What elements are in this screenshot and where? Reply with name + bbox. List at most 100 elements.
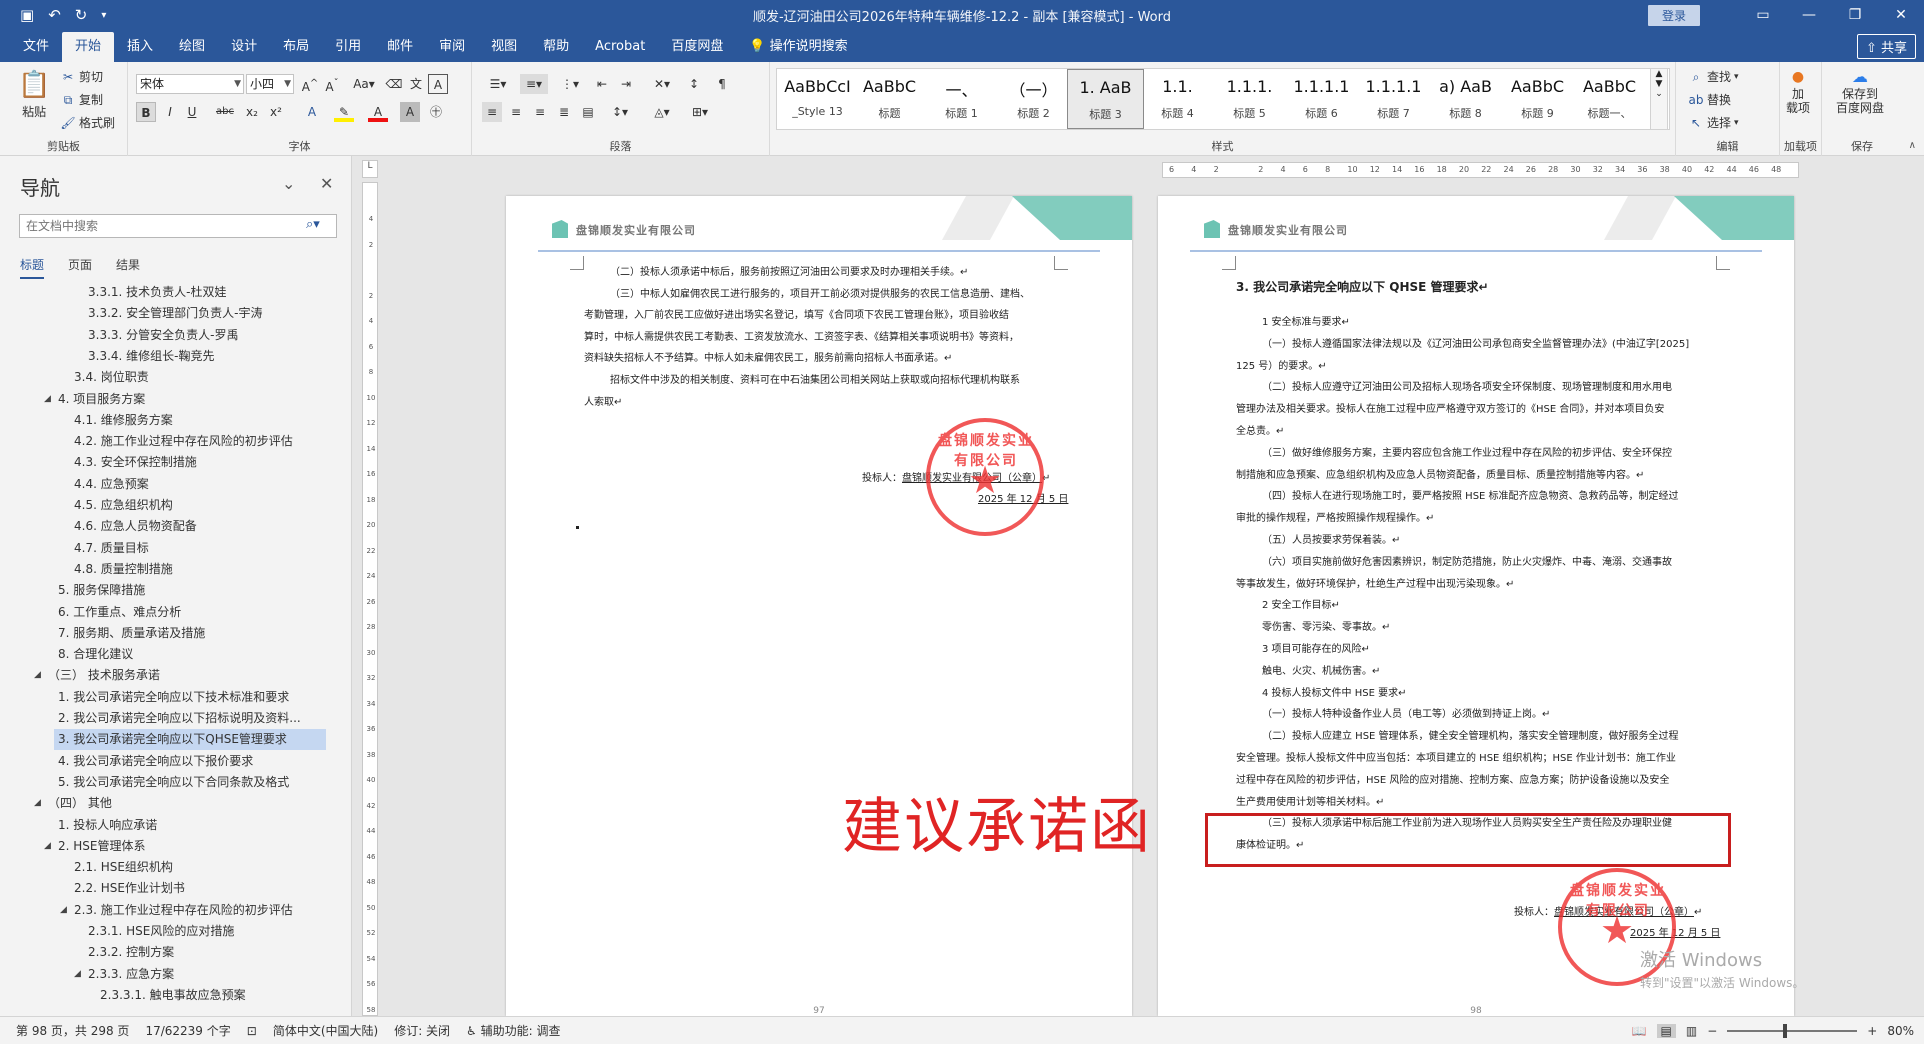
share-button[interactable]: ⇧ 共享 xyxy=(1856,34,1916,59)
replace-button[interactable]: ab 替换 xyxy=(1688,91,1732,108)
tab-references[interactable]: 引用 xyxy=(322,32,374,62)
style-item[interactable]: 1.1.1. 标题 5 xyxy=(1211,69,1288,129)
align-right-icon[interactable]: ≡ xyxy=(530,102,550,122)
shrink-font-icon[interactable]: Aˇ xyxy=(322,74,342,94)
tab-insert[interactable]: 插入 xyxy=(114,32,166,62)
maximize-icon[interactable]: ❐ xyxy=(1832,7,1878,23)
zoom-in-icon[interactable]: + xyxy=(1867,1024,1877,1038)
print-layout-icon[interactable]: ▤ xyxy=(1656,1024,1676,1038)
collapse-caret-icon[interactable]: ◢ xyxy=(34,793,41,814)
page-count[interactable]: 第 98 页，共 298 页 xyxy=(16,1022,129,1039)
style-item[interactable]: 1.1.1.1 标题 7 xyxy=(1355,69,1432,129)
cut-button[interactable]: ✂ 剪切 xyxy=(60,68,103,85)
save-icon[interactable]: ▣ xyxy=(20,6,34,24)
text-effects-icon[interactable]: A xyxy=(302,102,322,122)
collapse-caret-icon[interactable]: ◢ xyxy=(60,900,67,921)
find-button[interactable]: ⌕ 查找 ▾ xyxy=(1688,68,1739,85)
select-button[interactable]: ↖ 选择 ▾ xyxy=(1688,114,1739,131)
collapse-caret-icon[interactable]: ◢ xyxy=(44,389,51,410)
style-item[interactable]: 1.1. 标题 4 xyxy=(1139,69,1216,129)
search-icon[interactable]: ⌕▾ xyxy=(306,217,320,232)
line-spacing-icon[interactable]: ↕▾ xyxy=(606,102,634,122)
numbering-icon[interactable]: ≡▾ xyxy=(520,74,548,94)
nav-scrollbar[interactable] xyxy=(340,282,350,1012)
style-item[interactable]: AaBbC 标题 xyxy=(851,69,928,129)
nav-heading-item[interactable]: 3. 我公司承诺完全响应以下QHSE管理要求 xyxy=(54,729,326,751)
zoom-level[interactable]: 80% xyxy=(1887,1024,1914,1038)
styles-gallery-scroll[interactable]: ▲ ▼ ⌄ xyxy=(1650,68,1668,130)
change-case-icon[interactable]: Aa▾ xyxy=(350,74,378,94)
align-left-icon[interactable]: ≡ xyxy=(482,102,502,122)
italic-button[interactable]: I xyxy=(160,102,180,122)
nav-heading-item[interactable]: 4.5. 应急组织机构 xyxy=(74,495,173,516)
proofing-icon[interactable]: ⊡ xyxy=(247,1024,257,1038)
nav-heading-item[interactable]: 3.4. 岗位职责 xyxy=(74,367,149,388)
tab-file[interactable]: 文件 xyxy=(10,32,62,62)
highlight-icon[interactable]: ✎ xyxy=(334,102,354,122)
shading-icon[interactable]: ◬▾ xyxy=(648,102,676,122)
style-item[interactable]: 1.1.1.1 标题 6 xyxy=(1283,69,1360,129)
close-icon[interactable]: ✕ xyxy=(320,174,333,193)
customize-qat-icon[interactable]: ▾ xyxy=(101,10,106,21)
nav-heading-item[interactable]: 4.1. 维修服务方案 xyxy=(74,410,173,431)
nav-search-input[interactable] xyxy=(19,214,337,238)
chinese-layout-icon[interactable]: ✕▾ xyxy=(648,74,676,94)
nav-heading-item[interactable]: 4. 我公司承诺完全响应以下报价要求 xyxy=(58,751,253,772)
font-name-combo[interactable]: 宋体 ▼ xyxy=(136,74,244,94)
nav-heading-item[interactable]: 2. 我公司承诺完全响应以下招标说明及资料... xyxy=(58,708,301,729)
word-count[interactable]: 17/62239 个字 xyxy=(145,1022,230,1039)
nav-heading-item[interactable]: 1. 我公司承诺完全响应以下技术标准和要求 xyxy=(58,687,289,708)
char-shading-icon[interactable]: A xyxy=(400,102,420,122)
font-color-icon[interactable]: A xyxy=(368,102,388,122)
clear-formatting-icon[interactable]: ⌫ xyxy=(384,74,404,94)
nav-heading-item[interactable]: 2.3. 施工作业过程中存在风险的初步评估 xyxy=(74,900,293,921)
style-item[interactable]: AaBbC 标题 9 xyxy=(1499,69,1576,129)
nav-tab-pages[interactable]: 页面 xyxy=(68,256,92,279)
nav-heading-item[interactable]: 6. 工作重点、难点分析 xyxy=(58,602,181,623)
nav-heading-item[interactable]: 2.3.1. HSE风险的应对措施 xyxy=(88,921,234,942)
tell-me-search[interactable]: 💡 操作说明搜索 xyxy=(736,32,860,62)
minimize-icon[interactable]: — xyxy=(1786,7,1832,23)
redo-icon[interactable]: ↻ xyxy=(75,6,88,24)
nav-heading-item[interactable]: 4.8. 质量控制措施 xyxy=(74,559,173,580)
document-page-left[interactable]: 盘锦顺发实业有限公司 （二）投标人须承诺中标后，服务前按照辽河油田公司要求及时办… xyxy=(506,196,1132,1016)
zoom-out-icon[interactable]: − xyxy=(1707,1024,1717,1038)
zoom-slider-thumb[interactable] xyxy=(1783,1024,1788,1038)
nav-heading-item[interactable]: 7. 服务期、质量承诺及措施 xyxy=(58,623,205,644)
sort-icon[interactable]: ↕ xyxy=(684,74,704,94)
collapse-caret-icon[interactable]: ◢ xyxy=(34,665,41,686)
superscript-button[interactable]: x² xyxy=(266,102,286,122)
font-size-combo[interactable]: 小四 ▼ xyxy=(246,74,294,94)
nav-heading-item[interactable]: 5. 我公司承诺完全响应以下合同条款及格式 xyxy=(58,772,289,793)
tab-design[interactable]: 设计 xyxy=(218,32,270,62)
nav-heading-item[interactable]: 3.3.3. 分管安全负责人-罗禹 xyxy=(88,325,239,346)
language-status[interactable]: 简体中文(中国大陆) xyxy=(273,1022,378,1039)
style-item[interactable]: 1. AaB 标题 3 xyxy=(1067,69,1144,129)
nav-heading-item[interactable]: 2.2. HSE作业计划书 xyxy=(74,878,185,899)
tab-draw[interactable]: 绘图 xyxy=(166,32,218,62)
borders-icon[interactable]: ⊞▾ xyxy=(686,102,714,122)
grow-font-icon[interactable]: A^ xyxy=(300,74,320,94)
track-changes-status[interactable]: 修订: 关闭 xyxy=(394,1022,450,1039)
subscript-button[interactable]: x₂ xyxy=(242,102,262,122)
nav-heading-item[interactable]: 4.7. 质量目标 xyxy=(74,538,149,559)
nav-heading-item[interactable]: 1. 投标人响应承诺 xyxy=(58,815,157,836)
tab-review[interactable]: 审阅 xyxy=(426,32,478,62)
nav-tab-headings[interactable]: 标题 xyxy=(20,256,45,279)
underline-button[interactable]: U xyxy=(182,102,202,122)
tab-mailings[interactable]: 邮件 xyxy=(374,32,426,62)
paste-button[interactable]: 📋 粘贴 xyxy=(18,70,50,120)
justify-icon[interactable]: ≣ xyxy=(554,102,574,122)
style-item[interactable]: 一、 标题 1 xyxy=(923,69,1000,129)
nav-heading-item[interactable]: 4.2. 施工作业过程中存在风险的初步评估 xyxy=(74,431,293,452)
bold-button[interactable]: B xyxy=(136,102,156,122)
style-item[interactable]: AaBbC 标题一、 xyxy=(1571,69,1648,129)
nav-heading-item[interactable]: 2.3.2. 控制方案 xyxy=(88,942,174,963)
undo-icon[interactable]: ↶ xyxy=(48,6,61,24)
vertical-ruler[interactable]: 4 2 2 4 6 8 10 12 14 16 18 20 22 24 26 28 30 32 34 36 38 40 42… xyxy=(362,182,378,1016)
format-painter-button[interactable]: 🖌 格式刷 xyxy=(60,114,115,131)
addins-button[interactable]: ● 加 载项 xyxy=(1786,70,1810,115)
distributed-icon[interactable]: ▤ xyxy=(578,102,598,122)
horizontal-ruler[interactable]: 6 4 2 2 4 6 8 10 12 14 16 18 20 22 24 26 28 30 32 34 36 38 40 4… xyxy=(1162,162,1799,178)
zoom-slider[interactable] xyxy=(1727,1024,1858,1038)
